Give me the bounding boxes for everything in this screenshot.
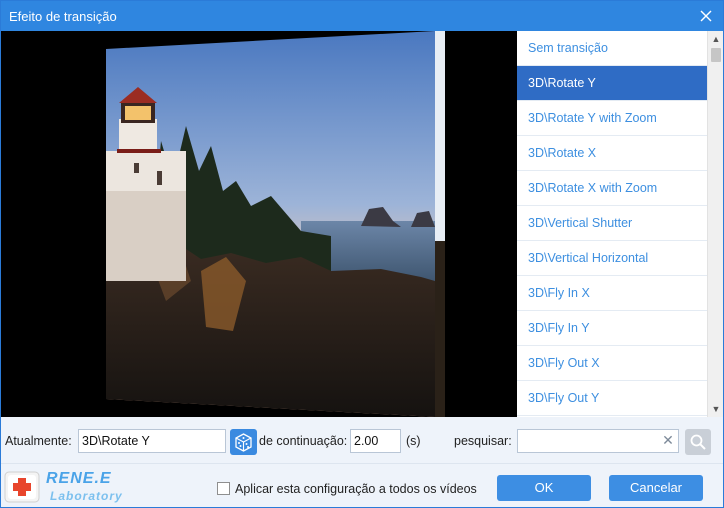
- transition-item[interactable]: 3D\Fly In Y: [517, 311, 707, 346]
- rene-logo-icon: [4, 471, 40, 503]
- transition-item[interactable]: 3D\Rotate Y with Zoom: [517, 101, 707, 136]
- transition-list: Sem transição 3D\Rotate Y 3D\Rotate Y with…: [517, 31, 707, 417]
- apply-all-checkbox[interactable]: [217, 482, 230, 495]
- search-input[interactable]: [517, 429, 679, 453]
- transition-item[interactable]: 3D\Fly In X: [517, 276, 707, 311]
- clear-icon[interactable]: ✕: [661, 433, 675, 447]
- search-button[interactable]: [685, 429, 711, 455]
- cancel-button[interactable]: Cancelar: [609, 475, 703, 501]
- logo-subtitle: Laboratory: [50, 489, 123, 503]
- title-bar: Efeito de transição: [1, 1, 723, 31]
- apply-all-label[interactable]: Aplicar esta configuração a todos os víd…: [235, 482, 477, 496]
- preview-area: [1, 31, 517, 417]
- duration-label: de continuação:: [259, 434, 348, 448]
- close-icon: [700, 10, 712, 22]
- window-title: Efeito de transição: [9, 9, 117, 24]
- scroll-down-icon[interactable]: ▼: [708, 401, 724, 417]
- list-scrollbar[interactable]: ▲ ▼: [707, 31, 723, 417]
- random-transition-button[interactable]: [230, 429, 257, 455]
- search-label: pesquisar:: [454, 434, 512, 448]
- transition-item[interactable]: 3D\Vertical Horizontal: [517, 241, 707, 276]
- scrollbar-thumb[interactable]: [711, 48, 721, 62]
- transition-item[interactable]: 3D\Fly Out Y: [517, 381, 707, 416]
- current-transition-field[interactable]: [78, 429, 226, 453]
- preview-image: [106, 31, 445, 417]
- transition-item[interactable]: 3D\Rotate Y: [517, 66, 707, 101]
- brand-logo: RENE.E Laboratory: [4, 467, 128, 505]
- transition-dialog: Efeito de transição Sem transição 3D\Rot…: [0, 0, 724, 508]
- dice-icon: [235, 433, 252, 452]
- logo-name: RENE.E: [46, 470, 112, 487]
- current-label: Atualmente:: [5, 434, 72, 448]
- transition-item[interactable]: Sem transição: [517, 31, 707, 66]
- search-icon: [690, 434, 706, 450]
- duration-unit: (s): [406, 434, 421, 448]
- transition-item[interactable]: 3D\Fly Out X: [517, 346, 707, 381]
- transition-item[interactable]: 3D\Rotate X: [517, 136, 707, 171]
- controls-row: Atualmente: de continuação: (s) pesquisa…: [1, 417, 723, 463]
- transition-item[interactable]: 3D\Rotate X with Zoom: [517, 171, 707, 206]
- footer-bar: RENE.E Laboratory Aplicar esta configura…: [1, 463, 723, 507]
- ok-button[interactable]: OK: [497, 475, 591, 501]
- close-button[interactable]: [695, 5, 717, 27]
- transition-item[interactable]: 3D\Vertical Shutter: [517, 206, 707, 241]
- scroll-up-icon[interactable]: ▲: [708, 31, 724, 47]
- duration-input[interactable]: [350, 429, 401, 453]
